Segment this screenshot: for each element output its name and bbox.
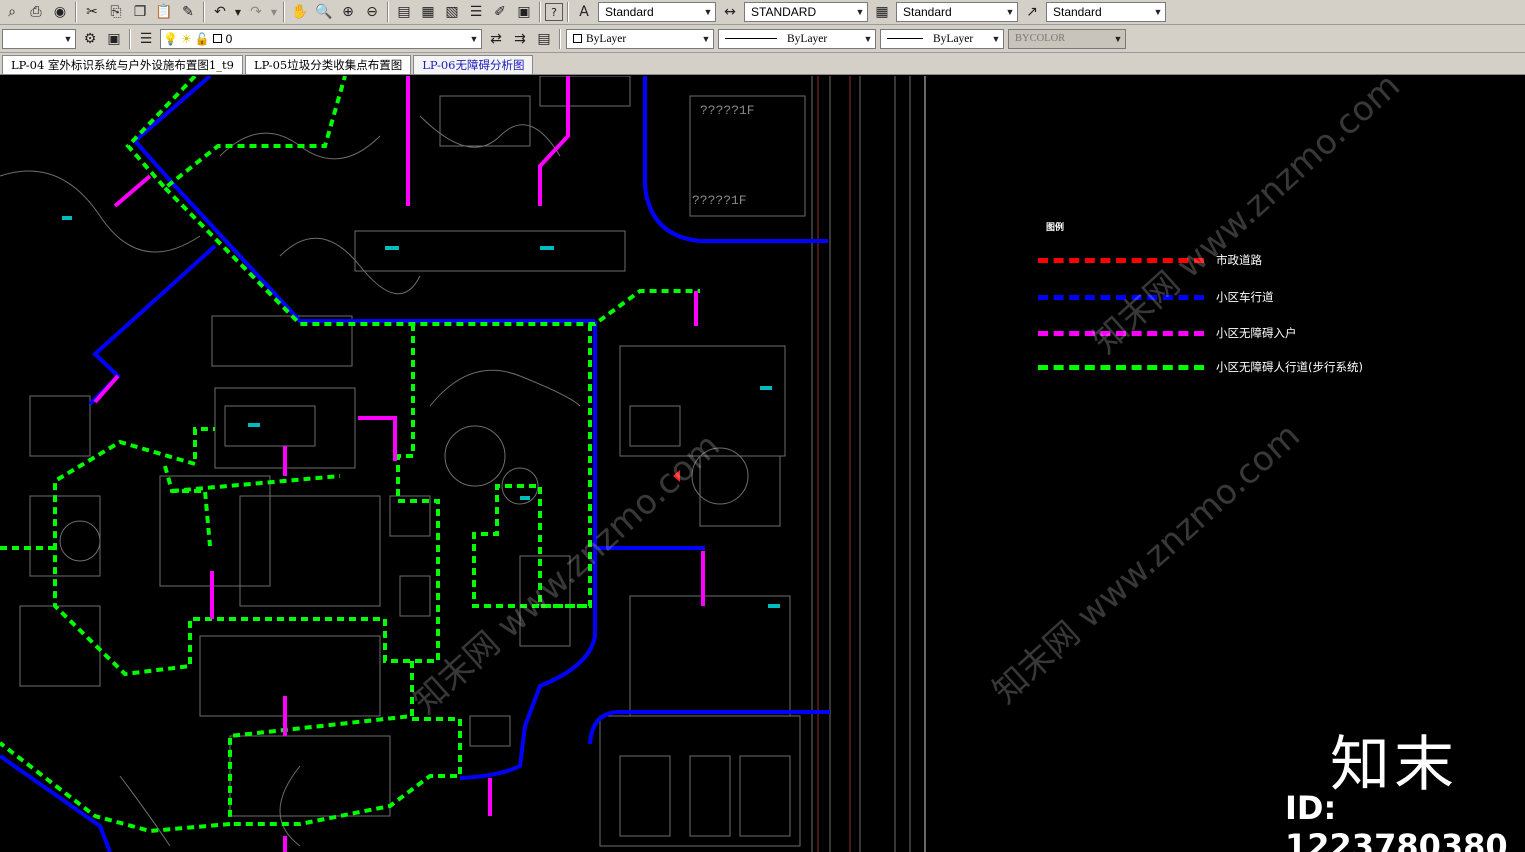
cut-icon[interactable]: ✂	[81, 1, 103, 23]
legend-item-pedestrian-path: 小区无障碍人行道(步行系统)	[1038, 359, 1363, 375]
pan-icon[interactable]: ✋	[289, 1, 311, 23]
mleader-style-icon[interactable]: ↗	[1021, 1, 1043, 23]
tab-lp06[interactable]: LP-06无障碍分析图	[413, 55, 534, 74]
separator	[203, 2, 205, 22]
plotstyle-select: BYCOLOR ▼	[1008, 28, 1126, 49]
redo-icon[interactable]: ↷	[245, 1, 267, 23]
undo-dropdown-icon[interactable]: ▼	[233, 1, 243, 23]
copy-icon[interactable]: ⎘	[105, 1, 127, 23]
zoom-icon[interactable]: ⌕	[1, 1, 23, 23]
layers-properties-toolbar: ▼ ⚙ ▣ ☰ 💡 ☀ 🔓 0 ▼ ⇄ ⇉ ▤ ByLayer ▼ ByLaye…	[0, 25, 1525, 53]
calculator-icon[interactable]: ▣	[513, 1, 535, 23]
copy-clip-icon[interactable]: ❐	[129, 1, 151, 23]
chevron-down-icon: ▼	[991, 33, 1001, 44]
layer-color-swatch	[212, 34, 222, 43]
drawing-canvas[interactable]: ?????1F ?????1F 图例 市政道路 小区车行道 小区无障碍入户 小区…	[0, 76, 1525, 852]
separator	[387, 2, 389, 22]
layer-select[interactable]: 💡 ☀ 🔓 0 ▼	[160, 28, 482, 49]
boundary-lines	[817, 76, 851, 852]
linetype-preview	[725, 38, 777, 39]
dim-style-value: STANDARD	[751, 5, 817, 19]
tool-palettes-icon[interactable]: ▧	[441, 1, 463, 23]
linetype-value: ByLayer	[787, 32, 828, 45]
properties-icon[interactable]: ▤	[393, 1, 415, 23]
color-select[interactable]: ByLayer ▼	[566, 28, 714, 49]
chevron-down-icon: ▼	[63, 33, 73, 44]
lineweight-preview	[887, 38, 923, 39]
table-style-icon[interactable]: ▦	[871, 1, 893, 23]
lock-icon: 🔓	[194, 31, 210, 46]
tab-lp04[interactable]: LP-04 室外标识系统与户外设施布置图1_t9	[2, 55, 243, 74]
building-linework	[0, 76, 911, 852]
building-label-b: ?????1F	[692, 193, 747, 208]
redo-dropdown-icon[interactable]: ▼	[269, 1, 279, 23]
dim-style-select[interactable]: STANDARD ▼	[744, 2, 868, 22]
zoom-window-icon[interactable]: ⊕	[337, 1, 359, 23]
help-icon[interactable]: ?	[545, 3, 563, 21]
layout-tabs: LP-04 室外标识系统与户外设施布置图1_t9 LP-05垃圾分类收集点布置图…	[0, 53, 1525, 75]
markup-icon[interactable]: ✐	[489, 1, 511, 23]
text-style-select[interactable]: Standard ▼	[598, 2, 716, 22]
sun-icon: ☀	[180, 31, 192, 46]
zoom-previous-icon[interactable]: ⊖	[361, 1, 383, 23]
chevron-down-icon: ▼	[1153, 7, 1163, 17]
color-swatch	[573, 34, 582, 43]
separator	[75, 2, 77, 22]
lineweight-value: ByLayer	[933, 32, 974, 45]
legend-label: 小区车行道	[1216, 290, 1274, 304]
chevron-down-icon: ▼	[1113, 33, 1123, 44]
text-style-value: Standard	[605, 5, 654, 19]
mleader-style-select[interactable]: Standard ▼	[1046, 2, 1166, 22]
mleader-style-value: Standard	[1053, 5, 1102, 19]
table-style-value: Standard	[903, 5, 952, 19]
legend-title: 图例	[1046, 223, 1065, 233]
chevron-down-icon: ▼	[469, 33, 479, 44]
table-style-select[interactable]: Standard ▼	[896, 2, 1018, 22]
tab-lp05[interactable]: LP-05垃圾分类收集点布置图	[244, 55, 412, 74]
plotstyle-value: BYCOLOR	[1015, 33, 1066, 44]
lineweight-select[interactable]: ByLayer ▼	[880, 28, 1004, 49]
match-properties-icon[interactable]: ✎	[177, 1, 199, 23]
legend-item-accessible-entrance: 小区无障碍入户	[1038, 325, 1297, 341]
separator	[567, 2, 569, 22]
watermark-id: ID: 1223780380	[1285, 789, 1508, 852]
print-icon[interactable]: ⎙	[25, 1, 47, 23]
workspace-select[interactable]: ▼	[2, 28, 76, 49]
legend-label: 小区无障碍入户	[1216, 326, 1297, 340]
layer-manager-icon[interactable]: ☰	[135, 28, 157, 50]
layer-previous-icon[interactable]: ▣	[103, 28, 125, 50]
separator	[283, 2, 285, 22]
separator	[539, 2, 541, 22]
separator	[559, 28, 561, 49]
undo-icon[interactable]: ↶	[209, 1, 231, 23]
chevron-down-icon: ▼	[701, 33, 711, 44]
accessible-entrance	[93, 76, 705, 852]
publish-icon[interactable]: ◉	[49, 1, 71, 23]
dim-style-icon[interactable]: ↔	[719, 1, 741, 23]
paste-icon[interactable]: 📋	[153, 1, 175, 23]
chevron-down-icon: ▼	[1005, 7, 1015, 17]
legend-label: 小区无障碍人行道(步行系统)	[1216, 360, 1363, 374]
chevron-down-icon: ▼	[703, 7, 713, 17]
chevron-down-icon: ▼	[855, 7, 865, 17]
chevron-down-icon: ▼	[863, 33, 873, 44]
text-style-icon[interactable]: A	[573, 1, 595, 23]
building-label-a: ?????1F	[700, 103, 755, 118]
gear-icon[interactable]: ⚙	[79, 28, 101, 50]
sheet-set-icon[interactable]: ☰	[465, 1, 487, 23]
color-value: ByLayer	[586, 32, 627, 45]
layer-states-icon[interactable]: ▤	[533, 28, 555, 50]
separator	[129, 28, 131, 49]
linetype-select[interactable]: ByLayer ▼	[718, 28, 876, 49]
zoom-realtime-icon[interactable]: 🔍	[313, 1, 335, 23]
layer-match-icon[interactable]: ⇉	[509, 28, 531, 50]
design-center-icon[interactable]: ▦	[417, 1, 439, 23]
layer-value: 0	[225, 31, 233, 46]
legend-swatch	[1038, 364, 1204, 370]
bulb-icon: 💡	[163, 31, 178, 46]
make-current-icon[interactable]: ⇄	[485, 28, 507, 50]
standard-toolbar: ⌕ ⎙ ◉ ✂ ⎘ ❐ 📋 ✎ ↶ ▼ ↷ ▼ ✋ 🔍 ⊕ ⊖ ▤ ▦ ▧ ☰ …	[0, 0, 1525, 25]
